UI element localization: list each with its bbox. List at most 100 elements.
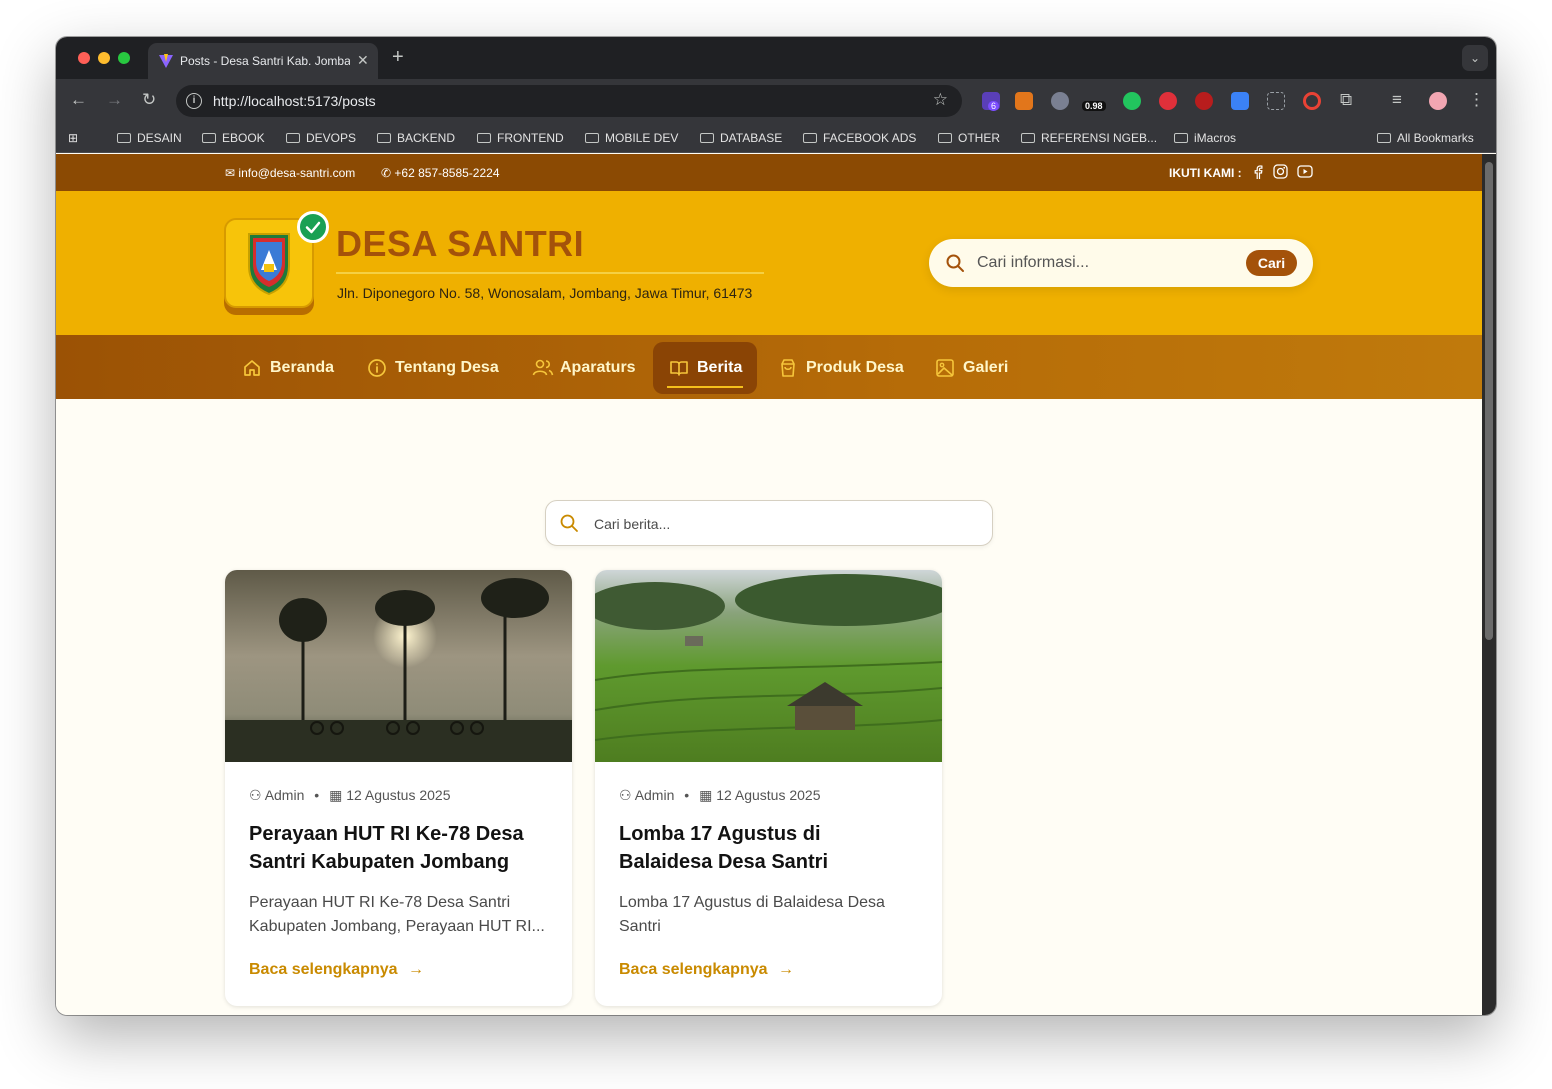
post-author: Admin [634, 787, 675, 803]
email-contact[interactable]: ✉ info@desa-santri.com [225, 166, 355, 180]
active-indicator [667, 386, 743, 388]
bookmark-star-icon[interactable]: ☆ [933, 90, 948, 110]
bookmark-folder[interactable]: DATABASE [700, 131, 782, 145]
page-scrollbar[interactable] [1482, 154, 1496, 1015]
browser-menu-icon[interactable]: ⋮ [1468, 90, 1485, 110]
post-title[interactable]: Lomba 17 Agustus di Balaidesa Desa Santr… [619, 820, 919, 876]
metamask-extension-icon[interactable] [1015, 92, 1033, 110]
folder-icon [938, 133, 952, 143]
bookmark-folder[interactable]: FACEBOOK ADS [803, 131, 916, 145]
site-name[interactable]: DESA SANTRI [336, 223, 584, 265]
image-icon [936, 359, 954, 377]
nav-item-tentang-desa[interactable]: Tentang Desa [367, 342, 507, 394]
header-search-input[interactable]: Cari informasi... [977, 254, 1089, 272]
bookmark-folder[interactable]: MOBILE DEV [585, 131, 678, 145]
scrollbar-thumb[interactable] [1485, 162, 1493, 640]
close-tab-icon[interactable]: ✕ [357, 52, 369, 69]
facebook-icon[interactable] [1253, 165, 1263, 182]
block-extension-icon[interactable] [1195, 92, 1213, 110]
nav-item-berita[interactable]: Berita [653, 342, 757, 394]
read-more-link[interactable]: Baca selengkapnya → [249, 961, 424, 979]
tab-title: Posts - Desa Santri Kab. Jombang [180, 54, 350, 68]
book-icon [670, 361, 688, 376]
post-card[interactable]: ⚇ Admin • ▦ 12 Agustus 2025 Lomba 17 Agu… [595, 570, 942, 1006]
folder-icon [1377, 133, 1391, 143]
folder-icon [477, 133, 491, 143]
folder-icon [117, 133, 131, 143]
tab-search-icon[interactable]: ⌄ [1462, 45, 1488, 71]
apps-grid-icon[interactable]: ⊞ [68, 131, 78, 145]
header-search-button[interactable]: Cari [1246, 250, 1297, 276]
folder-icon [377, 133, 391, 143]
meta-separator: • [684, 787, 690, 803]
reading-list-icon[interactable]: ≡ [1392, 90, 1402, 110]
tab-strip: Posts - Desa Santri Kab. Jombang ✕ + ⌄ [56, 37, 1496, 79]
folder-icon [1021, 133, 1035, 143]
vite-favicon-icon [159, 54, 173, 68]
close-window-button[interactable] [78, 52, 90, 64]
adblock-plus-icon[interactable] [1159, 92, 1177, 110]
maximize-window-button[interactable] [118, 52, 130, 64]
bookmark-folder[interactable]: iMacros [1174, 131, 1236, 145]
title-divider [336, 272, 764, 274]
back-icon[interactable]: ← [70, 90, 87, 110]
contact-topbar: ✉ info@desa-santri.com ✆ +62 857-8585-22… [56, 154, 1482, 191]
post-title[interactable]: Perayaan HUT RI Ke-78 Desa Santri Kabupa… [249, 820, 549, 876]
folder-icon [585, 133, 599, 143]
bookmark-folder[interactable]: FRONTEND [477, 131, 564, 145]
bookmark-folder[interactable]: OTHER [938, 131, 1000, 145]
posts-search[interactable]: Cari berita... [545, 500, 993, 546]
site-address: Jln. Diponegoro No. 58, Wonosalam, Jomba… [337, 285, 753, 301]
reload-icon[interactable]: ↻ [142, 90, 156, 110]
ghost-extension-icon[interactable] [1051, 92, 1069, 110]
post-image-rice-terraces[interactable] [595, 570, 942, 762]
post-date: 12 Agustus 2025 [716, 787, 821, 803]
phone-contact[interactable]: ✆ +62 857-8585-2224 [381, 166, 500, 180]
minimize-window-button[interactable] [98, 52, 110, 64]
browser-window: Posts - Desa Santri Kab. Jombang ✕ + ⌄ ←… [56, 37, 1496, 1015]
header-search: Cari informasi... Cari [929, 239, 1313, 287]
calendar-icon: ▦ [329, 787, 343, 803]
arrow-right-icon: → [407, 961, 424, 978]
nav-item-aparaturs[interactable]: Aparaturs [532, 342, 642, 394]
browser-toolbar: ← → ↻ i http://localhost:5173/posts ☆ 6 … [56, 79, 1496, 123]
site-header: DESA SANTRI Jln. Diponegoro No. 58, Wono… [56, 191, 1482, 335]
nav-item-beranda[interactable]: Beranda [242, 342, 342, 394]
instagram-icon[interactable] [1273, 164, 1288, 182]
extension-badge: 6 [988, 101, 1000, 111]
bookmark-folder[interactable]: BACKEND [377, 131, 455, 145]
bookmark-folder[interactable]: DESAIN [117, 131, 182, 145]
bookmark-folder[interactable]: EBOOK [202, 131, 265, 145]
all-bookmarks-folder[interactable]: All Bookmarks [1377, 131, 1474, 145]
mail-icon: ✉ [225, 166, 236, 180]
page-viewport: ✉ info@desa-santri.com ✆ +62 857-8585-22… [56, 154, 1482, 1015]
color-picker-extension-icon[interactable] [1303, 92, 1321, 110]
extension-score[interactable]: 0.98 [1082, 101, 1106, 111]
read-more-link[interactable]: Baca selengkapnya → [619, 961, 794, 979]
profile-avatar[interactable] [1429, 92, 1447, 110]
nav-item-produk-desa[interactable]: Produk Desa [778, 342, 908, 394]
forward-icon[interactable]: → [106, 90, 123, 110]
file-extension-icon[interactable] [1231, 92, 1249, 110]
users-icon [532, 359, 554, 376]
nav-item-galeri[interactable]: Galeri [935, 342, 1015, 394]
user-icon: ⚇ [619, 787, 632, 803]
post-card[interactable]: ⚇ Admin • ▦ 12 Agustus 2025 Perayaan HUT… [225, 570, 572, 1006]
bookmark-folder[interactable]: REFERENSI NGEB... [1021, 131, 1157, 145]
extensions-puzzle-icon[interactable]: ⧉ [1340, 90, 1352, 110]
posts-search-input[interactable]: Cari berita... [594, 516, 670, 532]
site-info-icon[interactable]: i [186, 93, 202, 109]
post-image-sunrise-cyclists[interactable] [225, 570, 572, 762]
status-dot-extension-icon[interactable] [1123, 92, 1141, 110]
browser-tab[interactable]: Posts - Desa Santri Kab. Jombang ✕ [148, 43, 378, 79]
info-icon [368, 359, 386, 377]
address-bar[interactable]: i http://localhost:5173/posts ☆ [176, 85, 962, 117]
folder-icon [1174, 133, 1188, 143]
screenshot-extension-icon[interactable] [1267, 92, 1285, 110]
new-tab-icon[interactable]: + [392, 46, 404, 69]
arrow-right-icon: → [777, 961, 794, 978]
youtube-icon[interactable] [1297, 165, 1313, 181]
folder-icon [202, 133, 216, 143]
bookmark-folder[interactable]: DEVOPS [286, 131, 356, 145]
post-date: 12 Agustus 2025 [346, 787, 451, 803]
